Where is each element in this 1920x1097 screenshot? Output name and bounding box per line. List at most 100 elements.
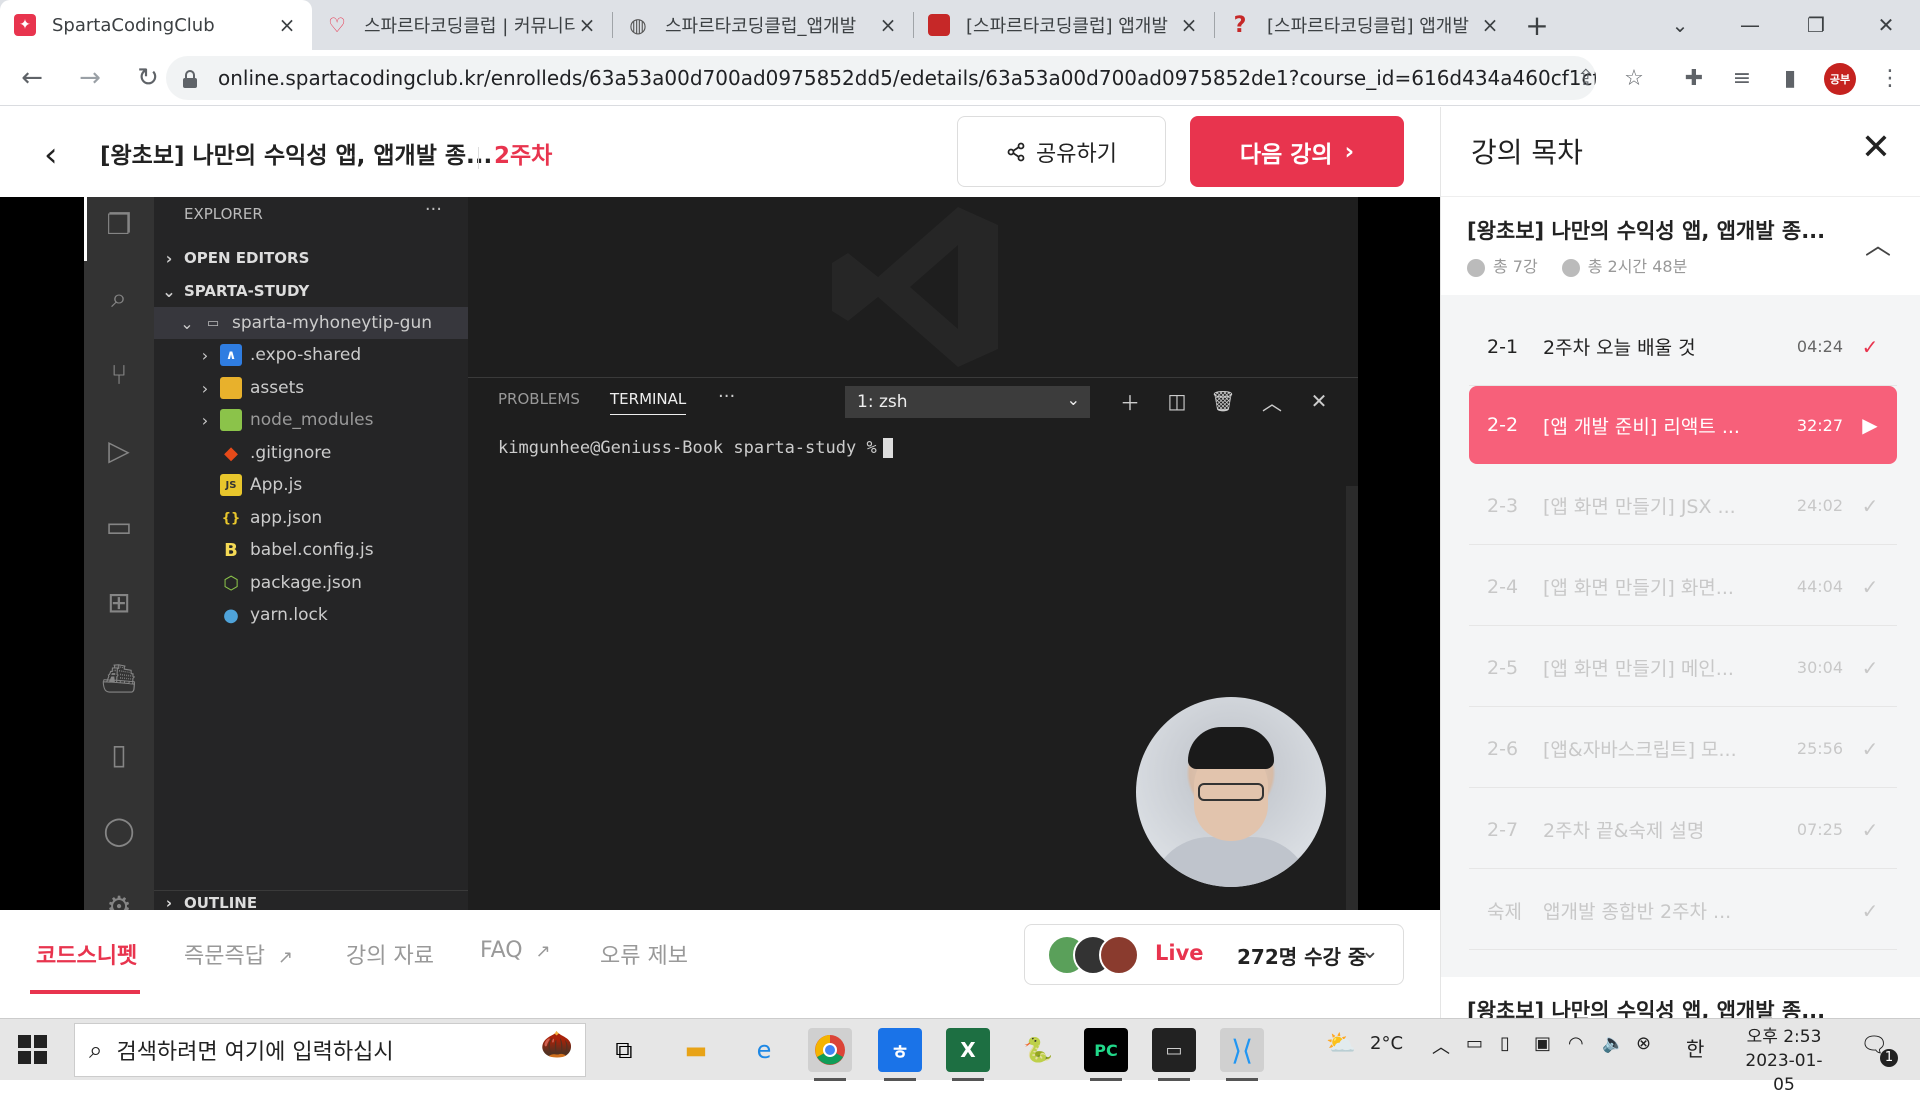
chevron-up-icon[interactable]: ︿: [1865, 225, 1891, 262]
browser-tab[interactable]: [스파르타코딩클럽] 앱개발 ×: [914, 0, 1214, 50]
mic-off-icon[interactable]: ⊗: [1636, 1033, 1651, 1054]
weather-icon[interactable]: ⛅: [1326, 1029, 1356, 1057]
tab-search-icon[interactable]: ⌄: [1650, 0, 1710, 50]
clock-icon: [1561, 258, 1580, 277]
ime-indicator[interactable]: 한: [1686, 1033, 1704, 1062]
check-icon: ✓: [1861, 655, 1879, 680]
tab-faq[interactable]: FAQ ↗: [480, 938, 551, 963]
homework-item[interactable]: 숙제 앱개발 종합반 2주차 ... ✓: [1469, 872, 1897, 950]
total-time: 총 2시간 48분: [1561, 253, 1687, 277]
tab-materials[interactable]: 강의 자료: [346, 938, 434, 970]
row-label: .expo-shared: [250, 345, 362, 365]
sparta-favicon: ✦: [14, 14, 36, 36]
play-icon: ▶: [1862, 413, 1878, 437]
forward-arrow-icon[interactable]: →: [70, 58, 110, 98]
webcam-glasses: [1198, 783, 1264, 801]
tab-bug-report[interactable]: 오류 제보: [600, 938, 688, 970]
bookmark-star-icon[interactable]: ☆: [1616, 60, 1652, 96]
open-editors-row: › OPEN EDITORS: [154, 242, 468, 274]
weather-temp[interactable]: 2°C: [1370, 1033, 1403, 1054]
device-icon[interactable]: ▯: [1500, 1033, 1510, 1054]
close-icon[interactable]: ×: [1178, 13, 1200, 37]
terminal-icon[interactable]: ▭: [1152, 1028, 1196, 1081]
chevron-up-icon: ︿: [1262, 390, 1282, 415]
taskbar-clock[interactable]: 오후 2:53 2023-01-05: [1736, 1025, 1832, 1097]
browser-tab[interactable]: ♡ 스파르타코딩클럽 | 커뮤니티 ×: [312, 0, 612, 50]
vscode-icon[interactable]: ⟩⟨: [1220, 1028, 1264, 1081]
wifi-icon[interactable]: ◠: [1568, 1033, 1584, 1054]
address-bar[interactable]: online.spartacodingclub.kr/enrolleds/63a…: [166, 56, 1596, 100]
hancom-icon[interactable]: ㅎ: [878, 1028, 922, 1081]
lesson-item[interactable]: 2-1 2주차 오늘 배울 것 04:24 ✓: [1469, 308, 1897, 386]
restore-icon[interactable]: ❐: [1786, 0, 1846, 50]
close-icon[interactable]: ×: [1479, 13, 1501, 37]
tab-code-snippet[interactable]: 코드스니펫: [36, 938, 137, 970]
row-label: .gitignore: [250, 443, 332, 463]
chevron-right-icon: ›: [201, 378, 209, 398]
close-icon[interactable]: ✕: [1861, 127, 1891, 168]
browser-tab[interactable]: ◍ 스파르타코딩클럽_앱개발 ×: [613, 0, 913, 50]
tab-qna[interactable]: 즉문즉답 ↗: [184, 938, 293, 970]
root-folder-row: ⌄ ▭ sparta-myhoneytip-gun: [154, 307, 468, 339]
lesson-item-active[interactable]: 2-2 [앱 개발 준비] 리액트 ... 32:27 ▶: [1469, 386, 1897, 464]
pycharm-icon[interactable]: PC: [1084, 1028, 1128, 1081]
lecture-video[interactable]: ❐ ⌕ ⑂ ▷ ▭ ⊞ ⛴ ▯ ◯ ⚙ EXPLORER ··· › OPEN …: [0, 197, 1440, 910]
lesson-item[interactable]: 2-6 [앱&자바스크립트] 모... 25:56 ✓: [1469, 710, 1897, 788]
device-icon: ▯: [111, 737, 127, 771]
terminal-select: 1: zsh ⌄: [845, 386, 1090, 418]
toc-next-course-section[interactable]: [왕초보] 나만의 수익성 앱, 앱개발 종...: [1441, 977, 1920, 1018]
window-close-icon[interactable]: ✕: [1856, 0, 1916, 50]
reload-icon[interactable]: ↻: [128, 58, 168, 98]
toc-header: 강의 목차 ✕: [1441, 107, 1920, 197]
live-viewers-box[interactable]: Live 272명 수강 중 ⌄: [1024, 924, 1404, 985]
battery-icon[interactable]: ▭: [1466, 1033, 1483, 1054]
windows-start-icon[interactable]: [18, 1035, 48, 1065]
terminal-scrollbar: [1346, 486, 1358, 910]
minimize-icon[interactable]: —: [1720, 0, 1780, 50]
media-queue-icon[interactable]: ≡: [1724, 60, 1760, 96]
source-control-icon: ⑂: [110, 357, 128, 391]
file-row: {} app.json: [154, 502, 468, 534]
chevron-down-icon: ⌄: [1066, 390, 1080, 409]
internet-explorer-icon[interactable]: e: [742, 1028, 786, 1072]
lesson-item[interactable]: 2-3 [앱 화면 만들기] JSX ... 24:02 ✓: [1469, 467, 1897, 545]
profile-avatar[interactable]: 공부: [1824, 63, 1856, 95]
back-arrow-icon[interactable]: ←: [12, 58, 52, 98]
task-view-icon[interactable]: ⧉: [602, 1028, 646, 1072]
next-lecture-button[interactable]: 다음 강의 ›: [1190, 116, 1404, 187]
new-tab-button[interactable]: +: [1515, 0, 1559, 50]
toc-course-section[interactable]: [왕초보] 나만의 수익성 앱, 앱개발 종... 총 7강 총 2시간 48분…: [1441, 197, 1920, 295]
chrome-icon[interactable]: [808, 1028, 852, 1081]
tray-chevron-up-icon[interactable]: ︿: [1432, 1033, 1450, 1059]
share-page-icon[interactable]: ⇪: [1568, 60, 1604, 96]
back-chevron-icon[interactable]: ‹: [44, 135, 58, 175]
lesson-item[interactable]: 2-7 2주차 끝&숙제 설명 07:25 ✓: [1469, 791, 1897, 869]
file-row: › node_modules: [154, 404, 468, 436]
side-panel-icon[interactable]: ▮: [1772, 60, 1808, 96]
close-icon[interactable]: ×: [877, 13, 899, 37]
taskbar-search-input[interactable]: ⌕ 검색하려면 여기에 입력하십시 🌰: [74, 1023, 586, 1077]
share-label: 공유하기: [1036, 141, 1117, 167]
share-button[interactable]: 공유하기: [957, 116, 1166, 187]
lesson-number: 2-1: [1487, 335, 1519, 358]
close-icon[interactable]: ×: [276, 13, 298, 37]
lesson-number: 2-6: [1487, 737, 1519, 760]
close-icon[interactable]: ×: [576, 13, 598, 37]
extensions-icon[interactable]: ✚: [1676, 60, 1712, 96]
python-icon[interactable]: 🐍: [1016, 1028, 1060, 1072]
expo-folder-icon: ∧: [220, 344, 242, 366]
menu-dots-icon[interactable]: ⋮: [1872, 60, 1908, 96]
lesson-item[interactable]: 2-4 [앱 화면 만들기] 화면... 44:04 ✓: [1469, 548, 1897, 626]
browser-tab-active[interactable]: ✦ SpartaCodingClub ×: [0, 0, 312, 50]
lesson-item[interactable]: 2-5 [앱 화면 만들기] 메인... 30:04 ✓: [1469, 629, 1897, 707]
volume-icon[interactable]: 🔈: [1602, 1033, 1624, 1054]
display-icon[interactable]: ▣: [1534, 1033, 1551, 1054]
url-text: online.spartacodingclub.kr/enrolleds/63a…: [218, 66, 1596, 90]
toc-course-meta: 총 7강 총 2시간 48분: [1467, 253, 1687, 277]
course-title: [왕초보] 나만의 수익성 앱, 앱개발 종...: [100, 143, 493, 169]
browser-tab[interactable]: ? [스파르타코딩클럽] 앱개발 ×: [1215, 0, 1515, 50]
file-explorer-icon[interactable]: ▬: [674, 1028, 718, 1072]
file-row: ● yarn.lock: [154, 599, 468, 631]
excel-icon[interactable]: X: [946, 1028, 990, 1081]
row-label: sparta-myhoneytip-gun: [232, 313, 433, 333]
